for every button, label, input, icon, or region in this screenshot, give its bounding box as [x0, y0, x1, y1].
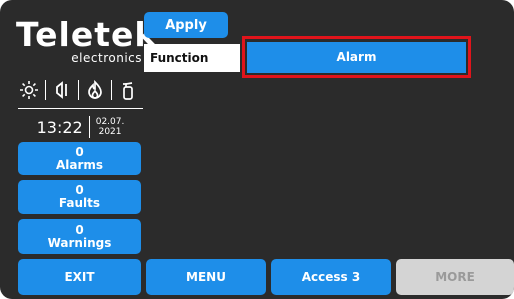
menu-button[interactable]: MENU — [146, 259, 266, 295]
apply-button[interactable]: Apply — [144, 12, 228, 38]
exit-button[interactable]: EXIT — [18, 259, 141, 295]
warnings-label: Warnings — [47, 235, 112, 250]
sun-icon — [18, 79, 40, 101]
alarms-count: 0 — [75, 144, 84, 159]
clock-time: 13:22 — [36, 117, 83, 137]
exit-label: EXIT — [64, 269, 95, 284]
teletek-logo: Teletek electronics — [16, 18, 156, 68]
menu-label: MENU — [186, 269, 226, 284]
faults-counter-button[interactable]: 0 Faults — [18, 180, 141, 214]
warnings-counter-button[interactable]: 0 Warnings — [18, 219, 141, 254]
function-label: Function — [144, 44, 240, 72]
brand-subtitle: electronics — [71, 51, 142, 65]
alarms-counter-button[interactable]: 0 Alarms — [18, 142, 141, 175]
faults-label: Faults — [58, 196, 101, 210]
access-level-button[interactable]: Access 3 — [271, 259, 391, 295]
date-day-month: 02.07. — [95, 117, 125, 127]
alarms-label: Alarms — [55, 157, 104, 172]
panel-screen: Teletek electronics Apply Function Alarm — [0, 0, 514, 299]
warnings-count: 0 — [75, 222, 84, 237]
speaker-icon — [51, 79, 73, 101]
fire-icon — [84, 79, 106, 101]
brand-name: Teletek — [16, 15, 158, 54]
access-label: Access 3 — [301, 269, 361, 284]
status-icons-bar — [18, 79, 143, 109]
date-year: 2021 — [98, 127, 122, 137]
clock-date: 02.07. 2021 — [96, 117, 125, 137]
extinguisher-icon — [117, 79, 139, 101]
clock: 13:22 02.07. 2021 — [18, 112, 143, 142]
more-label: MORE — [435, 269, 475, 284]
apply-label: Apply — [165, 17, 207, 33]
more-button[interactable]: MORE — [396, 259, 514, 295]
selection-highlight — [242, 36, 471, 78]
